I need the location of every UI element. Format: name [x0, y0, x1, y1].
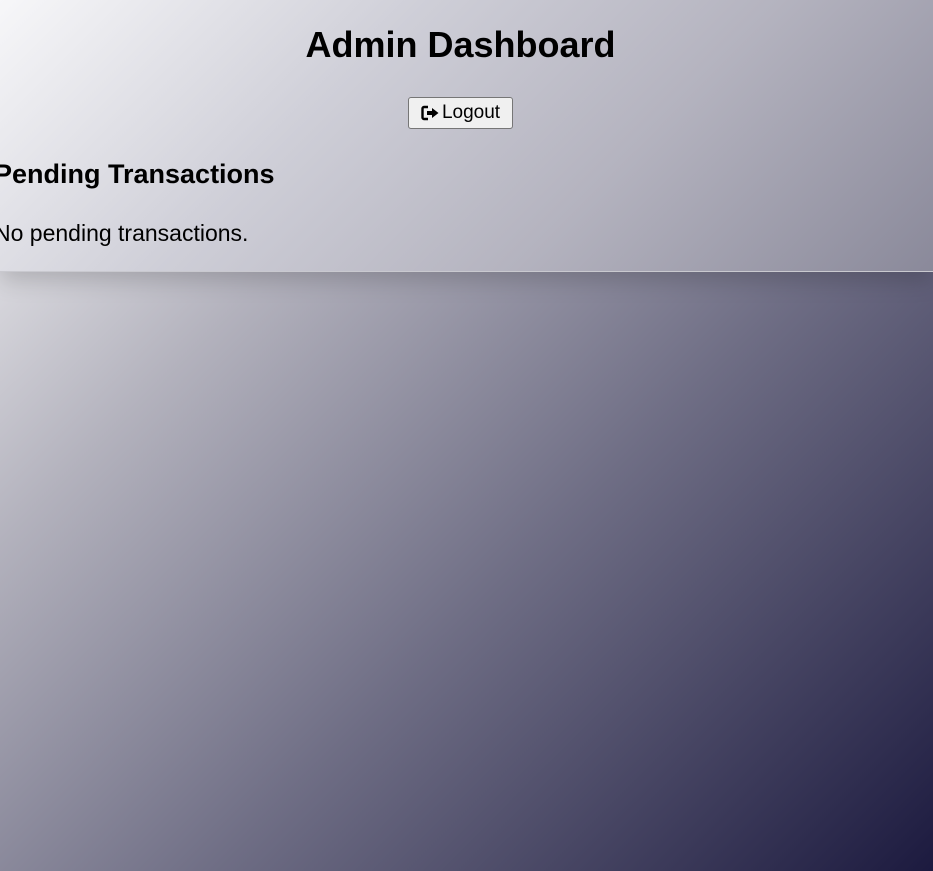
logout-button[interactable]: Logout: [408, 97, 513, 129]
page-title: Admin Dashboard: [305, 24, 616, 65]
dashboard-panel: Admin Dashboard Logout Pending Transacti…: [0, 0, 933, 272]
logout-icon: [421, 105, 441, 121]
pending-transactions-heading: Pending Transactions: [0, 159, 275, 189]
logout-label: Logout: [441, 102, 501, 123]
empty-state-message: No pending transactions.: [0, 220, 249, 246]
